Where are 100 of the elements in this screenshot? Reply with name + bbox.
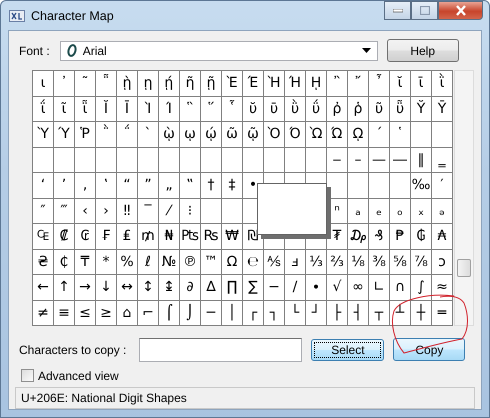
character-cell[interactable]: ↨: [159, 275, 179, 300]
character-cell[interactable]: ₯: [348, 224, 368, 249]
select-button[interactable]: Select: [311, 338, 384, 361]
character-cell[interactable]: ₱: [390, 224, 410, 249]
character-cell[interactable]: ῟: [222, 96, 242, 122]
character-cell[interactable]: ↓: [96, 275, 116, 300]
character-cell[interactable]: ↑: [54, 275, 74, 300]
character-cell[interactable]: ∆: [201, 275, 221, 300]
character-cell[interactable]: └: [285, 300, 305, 326]
character-cell[interactable]: ₧: [180, 224, 200, 249]
character-cell[interactable]: ₳: [432, 224, 452, 249]
character-cell[interactable]: Ὲ: [222, 71, 242, 96]
character-cell[interactable]: ‘: [33, 173, 53, 198]
character-cell[interactable]: –: [348, 148, 368, 172]
character-cell[interactable]: Ῠ: [411, 96, 431, 122]
character-cell[interactable]: ≤: [75, 300, 95, 326]
character-cell[interactable]: ┼: [411, 300, 431, 326]
character-cell[interactable]: −: [264, 275, 284, 300]
character-cell[interactable]: ῑ: [411, 71, 431, 96]
character-cell[interactable]: ₣: [96, 224, 116, 249]
character-cell[interactable]: ῷ: [243, 122, 263, 147]
character-cell[interactable]: ῐ: [390, 71, 410, 96]
character-cell[interactable]: ῶ: [222, 122, 242, 147]
character-cell[interactable]: ῝: [180, 96, 200, 122]
character-cell[interactable]: ‴: [54, 198, 74, 224]
character-cell[interactable]: ῠ: [243, 96, 263, 122]
character-cell[interactable]: ‛: [96, 173, 116, 198]
character-cell[interactable]: ‖: [411, 148, 431, 172]
character-cell[interactable]: Ό: [285, 122, 305, 147]
character-cell[interactable]: ⌡: [180, 300, 200, 326]
character-cell[interactable]: Ῡ: [432, 96, 452, 122]
character-cell[interactable]: Ὼ: [306, 122, 326, 147]
character-cell[interactable]: %: [117, 250, 137, 274]
character-cell[interactable]: ├: [327, 300, 347, 326]
character-cell[interactable]: ι: [33, 71, 53, 96]
character-cell[interactable]: ™: [201, 250, 221, 274]
character-cell[interactable]: ῼ: [348, 122, 368, 147]
character-cell[interactable]: ∂: [180, 275, 200, 300]
character-cell[interactable]: Ὶ: [138, 96, 158, 122]
character-cell[interactable]: ┘: [306, 300, 326, 326]
help-button[interactable]: Help: [386, 39, 459, 62]
character-cell[interactable]: ῤ: [327, 96, 347, 122]
character-cell[interactable]: ‗: [432, 148, 452, 172]
character-cell[interactable]: ₓ: [411, 198, 431, 224]
character-cell[interactable]: ₥: [138, 224, 158, 249]
character-cell[interactable]: ῖ: [54, 96, 74, 122]
character-cell[interactable]: ’: [54, 173, 74, 198]
character-cell[interactable]: ῒ: [432, 71, 452, 96]
character-cell[interactable]: ῧ: [390, 96, 410, 122]
character-cell[interactable]: ∟: [369, 275, 389, 300]
character-cell[interactable]: ‚: [75, 173, 95, 198]
characters-to-copy-field[interactable]: [139, 338, 302, 362]
character-cell[interactable]: √: [327, 275, 347, 300]
character-cell[interactable]: ∫: [411, 275, 431, 300]
character-cell[interactable]: Ῑ: [117, 96, 137, 122]
character-cell[interactable]: ῳ: [180, 122, 200, 147]
character-cell[interactable]: ῥ: [348, 96, 368, 122]
character-cell[interactable]: ᾿: [54, 71, 74, 96]
character-cell[interactable]: ῌ: [306, 71, 326, 96]
maximize-button[interactable]: [411, 1, 438, 20]
character-cell[interactable]: ⅛: [348, 250, 368, 274]
character-cell[interactable]: Ῥ: [75, 122, 95, 147]
character-cell[interactable]: ῂ: [117, 71, 137, 96]
advanced-view-checkbox[interactable]: [21, 369, 34, 382]
character-cell[interactable]: ⌠: [159, 300, 179, 326]
character-cell[interactable]: ῏: [369, 71, 389, 96]
character-cell[interactable]: │: [222, 300, 242, 326]
character-cell[interactable]: ℗: [180, 250, 200, 274]
character-cell[interactable]: Έ: [243, 71, 263, 96]
character-cell[interactable]: ₔ: [432, 198, 452, 224]
character-cell[interactable]: ∩: [390, 275, 410, 300]
character-cell[interactable]: ₦: [159, 224, 179, 249]
character-cell[interactable]: ‾: [138, 198, 158, 224]
character-cell[interactable]: ῄ: [159, 71, 179, 96]
character-cell[interactable]: ⁄: [159, 198, 179, 224]
font-dropdown[interactable]: Arial: [60, 40, 378, 61]
character-cell[interactable]: ‡: [222, 173, 242, 198]
character-cell[interactable]: ῁: [96, 71, 116, 96]
character-cell[interactable]: ≥: [96, 300, 116, 326]
scroll-thumb[interactable]: [457, 259, 471, 278]
character-cell[interactable]: ₑ: [369, 198, 389, 224]
character-cell[interactable]: ┌: [243, 300, 263, 326]
character-cell[interactable]: ≠: [33, 300, 53, 326]
character-cell[interactable]: ┬: [369, 300, 389, 326]
character-cell[interactable]: ⌂: [117, 300, 137, 326]
character-cell[interactable]: ═: [432, 300, 452, 326]
character-cell[interactable]: ΰ: [306, 96, 326, 122]
character-cell[interactable]: ℮: [243, 250, 263, 274]
character-cell[interactable]: ₩: [222, 224, 242, 249]
character-cell[interactable]: ′: [432, 173, 452, 198]
character-cell[interactable]: ⅝: [390, 250, 410, 274]
character-cell[interactable]: ┐: [264, 300, 284, 326]
character-cell[interactable]: ₐ: [348, 198, 368, 224]
character-cell[interactable]: ΐ: [33, 96, 53, 122]
character-cell[interactable]: ῍: [327, 71, 347, 96]
character-cell[interactable]: ≡: [54, 300, 74, 326]
character-cell[interactable]: №: [159, 250, 179, 274]
character-cell[interactable]: ₰: [369, 224, 389, 249]
character-cell[interactable]: ∕: [285, 275, 305, 300]
character-cell[interactable]: ῦ: [369, 96, 389, 122]
